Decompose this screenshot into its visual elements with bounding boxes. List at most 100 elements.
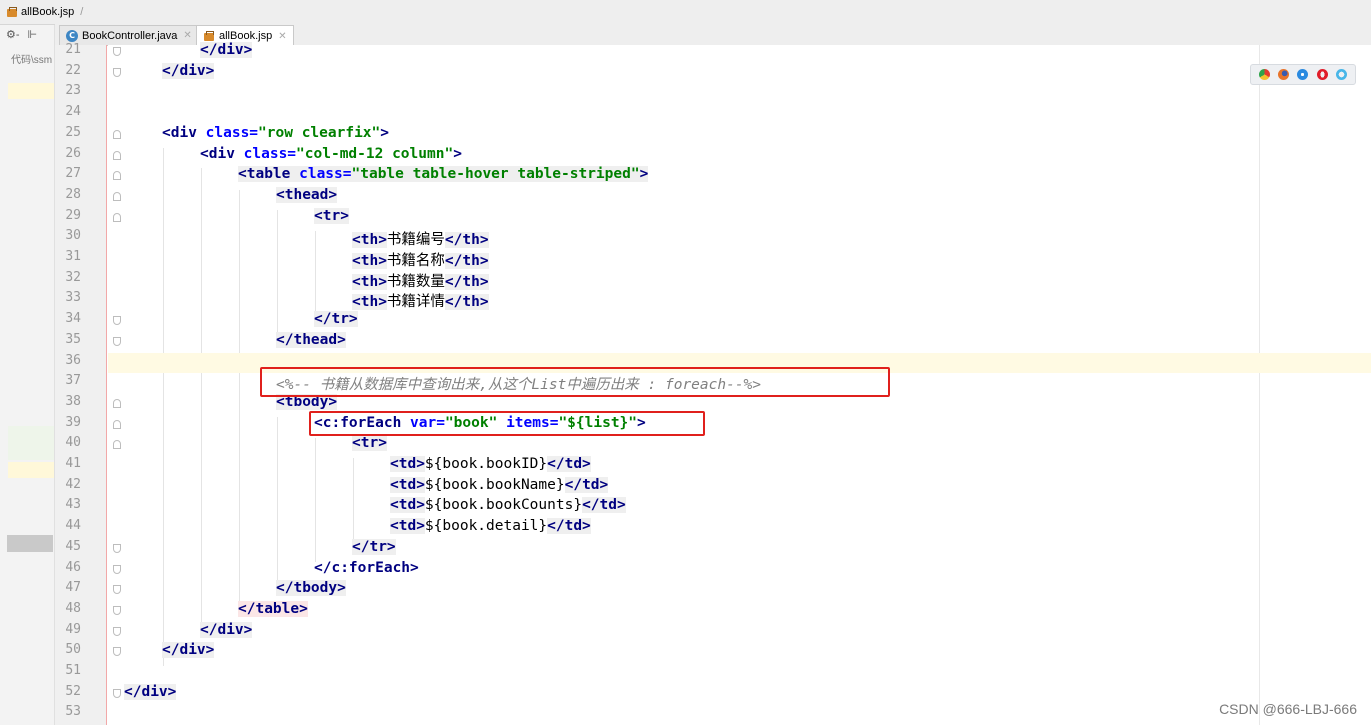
code-line[interactable]: 32 <th>书籍数量</th> — [55, 270, 1371, 291]
change-marker — [8, 426, 54, 460]
navigation-bar: allBook.jsp / — [0, 0, 1371, 25]
line-number: 41 — [65, 456, 81, 471]
line-number: 34 — [65, 311, 81, 327]
code-line[interactable]: 51 — [55, 663, 1371, 684]
code-text: <thead> — [276, 186, 338, 203]
code-line[interactable]: 53 — [55, 704, 1371, 725]
code-text: <th>书籍数量</th> — [352, 273, 489, 290]
code-line[interactable]: 23 — [55, 83, 1371, 104]
chrome-icon[interactable] — [1259, 69, 1271, 80]
code-text: </tr> — [314, 311, 358, 328]
ie-icon[interactable] — [1335, 69, 1347, 80]
fold-marker-icon[interactable] — [113, 543, 121, 553]
line-number: 39 — [65, 414, 81, 430]
line-number: 23 — [65, 83, 81, 99]
code-line[interactable]: 46 </c:forEach> — [55, 560, 1371, 581]
line-number: 42 — [65, 476, 81, 492]
code-line[interactable]: 41 <td>${book.bookID}</td> — [55, 456, 1371, 477]
project-path-label: 代码\ssm — [11, 55, 53, 66]
fold-marker-icon[interactable] — [113, 67, 121, 77]
code-line[interactable]: 47 </tbody> — [55, 580, 1371, 601]
line-number: 51 — [65, 663, 81, 678]
fold-marker-icon[interactable] — [113, 564, 121, 574]
fold-marker-icon[interactable] — [113, 316, 121, 326]
fold-marker-icon[interactable] — [113, 129, 121, 139]
line-number: 32 — [65, 269, 81, 285]
safari-icon[interactable] — [1297, 69, 1309, 80]
line-number: 44 — [65, 518, 81, 534]
code-line[interactable]: 34 </tr> — [55, 311, 1371, 332]
fold-marker-icon[interactable] — [113, 605, 121, 615]
fold-marker-icon[interactable] — [113, 171, 121, 181]
fold-marker-icon[interactable] — [113, 212, 121, 222]
fold-marker-icon[interactable] — [113, 419, 121, 429]
line-number: 28 — [65, 186, 81, 202]
code-text: <tr> — [352, 435, 387, 452]
code-text: <th>书籍名称</th> — [352, 253, 489, 269]
fold-marker-icon[interactable] — [113, 585, 121, 595]
code-text: </div> — [162, 62, 215, 79]
fold-marker-icon[interactable] — [113, 440, 121, 450]
code-line[interactable]: 40 <tr> — [55, 435, 1371, 456]
breadcrumb[interactable]: allBook.jsp / — [6, 4, 83, 20]
code-line[interactable]: 35 </thead> — [55, 331, 1371, 353]
code-line[interactable]: 44 <td>${book.detail}</td> — [55, 518, 1371, 539]
code-line[interactable]: 22 </div> — [55, 62, 1371, 84]
code-line[interactable]: 50 </div> — [55, 642, 1371, 663]
code-line[interactable]: 52 </div> — [55, 683, 1371, 705]
settings-icon[interactable]: ⚙- — [6, 28, 20, 41]
code-text: </table> — [238, 600, 308, 617]
fold-marker-icon[interactable] — [113, 647, 121, 657]
code-text: </tbody> — [276, 580, 346, 597]
line-number: 38 — [65, 393, 81, 409]
collapse-icon[interactable]: ⊩ — [28, 28, 38, 41]
breadcrumb-file[interactable]: allBook.jsp — [21, 6, 74, 18]
annotation-box-comment — [260, 367, 890, 397]
code-line[interactable]: 49 </div> — [55, 621, 1371, 643]
browser-preview-toolbar — [1250, 64, 1356, 85]
code-line[interactable]: 30 <th>书籍编号</th> — [55, 228, 1371, 249]
close-icon[interactable]: ✕ — [278, 31, 286, 42]
line-number: 21 — [65, 42, 81, 57]
code-text: </div> — [124, 683, 177, 700]
line-number: 27 — [65, 166, 81, 182]
firefox-icon[interactable] — [1278, 69, 1290, 80]
code-line[interactable]: 48 </table> — [55, 600, 1371, 622]
project-tool-window: ⚙- ⊩ 代码\ssm — [0, 25, 55, 725]
fold-marker-icon[interactable] — [113, 336, 121, 346]
jsp-file-icon — [203, 30, 215, 42]
code-line[interactable]: 31 <th>书籍名称</th> — [55, 249, 1371, 270]
annotation-box-foreach — [309, 411, 705, 436]
code-text: </tr> — [352, 538, 396, 555]
fold-marker-icon[interactable] — [113, 150, 121, 160]
line-number: 36 — [65, 352, 81, 368]
code-text: <table class="table table-hover table-st… — [238, 166, 649, 183]
code-line[interactable]: 33 <th>书籍详情</th> — [55, 290, 1371, 311]
code-line[interactable]: 24 — [55, 104, 1371, 125]
line-number: 22 — [65, 62, 81, 78]
fold-marker-icon[interactable] — [113, 191, 121, 201]
code-line[interactable]: 45 </tr> — [55, 538, 1371, 560]
fold-marker-icon[interactable] — [113, 688, 121, 698]
code-text: <td>${book.bookID}</td> — [390, 456, 591, 472]
tab-label: BookController.java — [82, 29, 178, 42]
code-text: <th>书籍编号</th> — [352, 232, 489, 249]
code-line[interactable]: 26 <div class="col-md-12 column"> — [55, 146, 1371, 167]
code-line[interactable]: 42 <td>${book.bookName}</td> — [55, 476, 1371, 498]
code-text: <td>${book.bookName}</td> — [390, 476, 609, 493]
line-number: 43 — [65, 497, 81, 513]
fold-marker-icon[interactable] — [113, 398, 121, 408]
code-line[interactable]: 25 <div class="row clearfix"> — [55, 125, 1371, 146]
fold-marker-icon[interactable] — [113, 626, 121, 636]
opera-icon[interactable] — [1316, 69, 1328, 80]
code-line[interactable]: 28 <thead> — [55, 186, 1371, 208]
line-number: 29 — [65, 207, 81, 223]
code-line[interactable]: 21 </div> — [55, 42, 1371, 63]
code-line[interactable]: 39 <c:forEach var="book" items="${list}"… — [55, 415, 1371, 436]
code-line[interactable]: 43 <td>${book.bookCounts}</td> — [55, 497, 1371, 518]
fold-marker-icon[interactable] — [113, 47, 121, 56]
line-number: 48 — [65, 600, 81, 616]
code-line[interactable]: 27 <table class="table table-hover table… — [55, 166, 1371, 187]
close-icon[interactable]: ✕ — [183, 30, 191, 41]
code-line[interactable]: 29 <tr> — [55, 207, 1371, 229]
